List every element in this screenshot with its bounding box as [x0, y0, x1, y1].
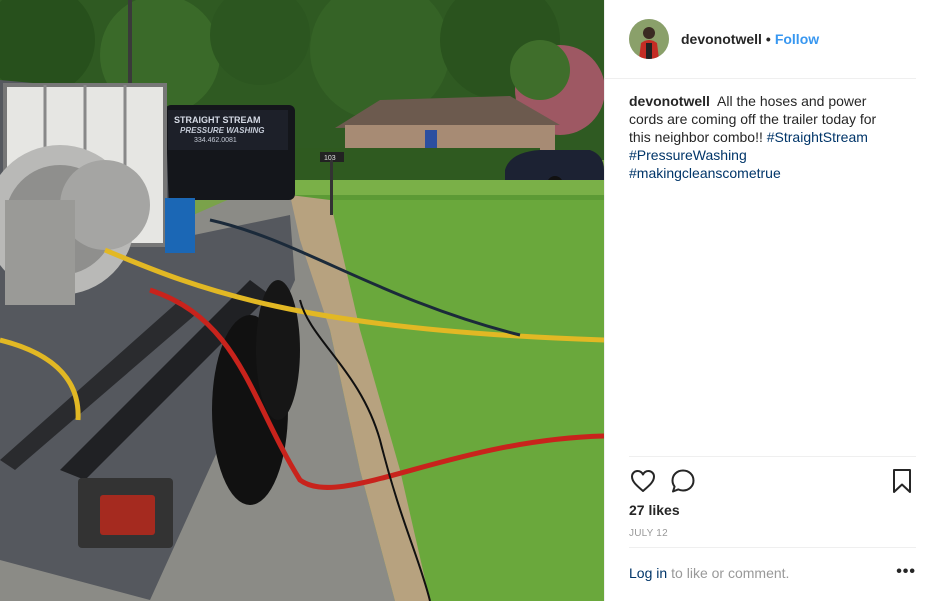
post-date[interactable]: JULY 12 — [629, 528, 668, 539]
separator-dot: • — [765, 31, 771, 47]
likes-count[interactable]: 27 likes — [629, 502, 680, 518]
comment-footer: Log in to like or comment. ••• — [629, 563, 916, 581]
post-caption: devonotwell All the hoses and power cord… — [605, 79, 917, 182]
instagram-post: STRAIGHT STREAM PRESSURE WASHING 334.462… — [0, 0, 940, 601]
follow-button[interactable]: Follow — [775, 31, 819, 47]
actions-divider — [629, 456, 916, 457]
post-header: devonotwell • Follow — [605, 0, 916, 79]
trailer-logo-line2: PRESSURE WASHING — [180, 126, 264, 135]
trailer-logo-line1: STRAIGHT STREAM — [174, 115, 261, 125]
caption-username[interactable]: devonotwell — [629, 93, 710, 109]
footer-divider — [629, 547, 916, 548]
avatar-image — [629, 19, 669, 59]
hashtag-link[interactable]: #makingcleanscometrue — [629, 165, 781, 181]
login-suffix: to like or comment. — [671, 565, 790, 581]
photo-scene: STRAIGHT STREAM PRESSURE WASHING 334.462… — [0, 0, 604, 601]
action-bar — [629, 466, 916, 496]
login-link[interactable]: Log in — [629, 565, 667, 581]
post-photo[interactable]: STRAIGHT STREAM PRESSURE WASHING 334.462… — [0, 0, 604, 601]
heart-icon[interactable] — [629, 467, 657, 495]
avatar[interactable] — [629, 19, 669, 59]
more-options-button[interactable]: ••• — [896, 563, 916, 581]
comment-icon[interactable] — [669, 467, 697, 495]
trailer-phone: 334.462.0081 — [194, 137, 237, 144]
bookmark-icon[interactable] — [888, 467, 916, 495]
mailbox-number: 103 — [324, 155, 336, 162]
hashtag-link[interactable]: #PressureWashing — [629, 147, 747, 163]
hashtag-link[interactable]: #StraightStream — [767, 129, 868, 145]
author-username[interactable]: devonotwell — [681, 31, 762, 47]
post-sidebar: devonotwell • Follow devonotwell All the… — [604, 0, 940, 601]
